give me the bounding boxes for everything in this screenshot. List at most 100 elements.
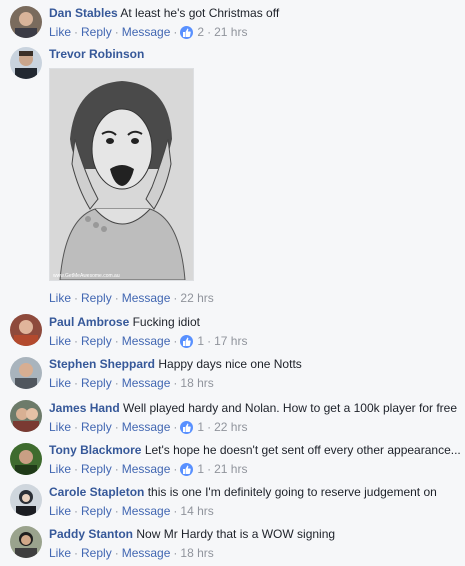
comment-body: James Hand Well played hardy and Nolan. … (49, 400, 461, 435)
separator: · (74, 376, 79, 390)
like-count[interactable]: 1 (197, 461, 204, 477)
comment-body: Dan Stables At least he's got Christmas … (49, 5, 461, 40)
comment-item: Trevor Robinson www.GetMeAwesome.com.au … (0, 46, 465, 308)
image-watermark: www.GetMeAwesome.com.au (53, 273, 120, 279)
separator: · (74, 546, 79, 560)
avatar[interactable] (10, 443, 42, 475)
separator: · (74, 291, 79, 305)
reply-button[interactable]: Reply (81, 419, 112, 435)
comment-actions: Like · Reply · Message · 14 hrs (49, 503, 461, 519)
thumbs-up-icon (180, 420, 194, 434)
comment-text: Let's hope he doesn't get sent off every… (144, 443, 461, 457)
comment-item: James Hand Well played hardy and Nolan. … (0, 400, 465, 436)
separator: · (74, 420, 79, 434)
comment-body: Paul Ambrose Fucking idiot Like · Reply · … (49, 314, 461, 349)
comment-item: Paddy Stanton Now Mr Hardy that is a WOW… (0, 526, 465, 562)
commenter-name[interactable]: Paddy Stanton (49, 527, 133, 541)
avatar[interactable] (10, 526, 42, 558)
like-button[interactable]: Like (49, 333, 71, 349)
commenter-name[interactable]: Trevor Robinson (49, 47, 144, 61)
comment-text: Fucking idiot (132, 315, 200, 329)
comment-text: this is one I'm definitely going to rese… (147, 485, 437, 499)
comment-actions: Like · Reply · Message · 1 · 17 hrs (49, 333, 461, 349)
comment-item: Stephen Sheppard Happy days nice one Not… (0, 356, 465, 392)
reply-button[interactable]: Reply (81, 503, 112, 519)
separator: · (173, 462, 178, 476)
commenter-name[interactable]: Tony Blackmore (49, 443, 141, 457)
comment-item: Dan Stables At least he's got Christmas … (0, 5, 465, 41)
like-button[interactable]: Like (49, 545, 71, 561)
timestamp[interactable]: 18 hrs (180, 545, 213, 561)
timestamp[interactable]: 17 hrs (214, 333, 247, 349)
comment-item: Tony Blackmore Let's hope he doesn't get… (0, 442, 465, 478)
like-button[interactable]: Like (49, 461, 71, 477)
comment-actions: Like · Reply · Message · 1 · 21 hrs (49, 461, 461, 477)
commenter-name[interactable]: Carole Stapleton (49, 485, 144, 499)
timestamp[interactable]: 22 hrs (180, 290, 213, 306)
like-button[interactable]: Like (49, 375, 71, 391)
reply-button[interactable]: Reply (81, 375, 112, 391)
comment-body: Trevor Robinson (49, 46, 461, 62)
message-button[interactable]: Message (122, 545, 171, 561)
like-count[interactable]: 1 (197, 333, 204, 349)
message-button[interactable]: Message (122, 375, 171, 391)
message-button[interactable]: Message (122, 503, 171, 519)
separator: · (173, 334, 178, 348)
comment-text: Well played hardy and Nolan. How to get … (123, 401, 458, 415)
separator: · (173, 25, 178, 39)
like-button[interactable]: Like (49, 290, 71, 306)
reply-button[interactable]: Reply (81, 545, 112, 561)
commenter-name[interactable]: Dan Stables (49, 6, 118, 20)
timestamp[interactable]: 22 hrs (214, 419, 247, 435)
avatar[interactable] (10, 314, 42, 346)
avatar[interactable] (10, 484, 42, 516)
message-button[interactable]: Message (122, 290, 171, 306)
comment-body: Carole Stapleton this is one I'm definit… (49, 484, 461, 519)
separator: · (173, 291, 178, 305)
separator: · (207, 334, 212, 348)
reply-button[interactable]: Reply (81, 290, 112, 306)
reply-button[interactable]: Reply (81, 461, 112, 477)
comment-item: Paul Ambrose Fucking idiot Like · Reply · … (0, 314, 465, 350)
message-button[interactable]: Message (122, 461, 171, 477)
like-button[interactable]: Like (49, 503, 71, 519)
separator: · (114, 25, 119, 39)
separator: · (74, 334, 79, 348)
comment-text: Now Mr Hardy that is a WOW signing (136, 527, 336, 541)
separator: · (74, 504, 79, 518)
reply-button[interactable]: Reply (81, 333, 112, 349)
comment-body: Paddy Stanton Now Mr Hardy that is a WOW… (49, 526, 461, 561)
message-button[interactable]: Message (122, 333, 171, 349)
commenter-name[interactable]: Paul Ambrose (49, 315, 129, 329)
commenter-name[interactable]: James Hand (49, 401, 120, 415)
separator: · (207, 25, 212, 39)
separator: · (207, 462, 212, 476)
separator: · (114, 420, 119, 434)
message-button[interactable]: Message (122, 24, 171, 40)
like-button[interactable]: Like (49, 24, 71, 40)
avatar[interactable] (10, 6, 42, 38)
separator: · (173, 504, 178, 518)
timestamp[interactable]: 18 hrs (180, 375, 213, 391)
comment-text: Happy days nice one Notts (158, 357, 302, 371)
message-button[interactable]: Message (122, 419, 171, 435)
like-count[interactable]: 2 (197, 24, 204, 40)
separator: · (74, 25, 79, 39)
like-count[interactable]: 1 (197, 419, 204, 435)
avatar[interactable] (10, 400, 42, 432)
timestamp[interactable]: 14 hrs (180, 503, 213, 519)
separator: · (114, 334, 119, 348)
comment-actions: Like · Reply · Message · 18 hrs (49, 545, 461, 561)
timestamp[interactable]: 21 hrs (214, 461, 247, 477)
avatar[interactable] (10, 357, 42, 389)
comment-photo[interactable]: www.GetMeAwesome.com.au (49, 68, 194, 281)
timestamp[interactable]: 21 hrs (214, 24, 247, 40)
separator: · (173, 546, 178, 560)
avatar[interactable] (10, 47, 42, 79)
comment-actions: Like · Reply · Message · 18 hrs (49, 375, 461, 391)
like-button[interactable]: Like (49, 419, 71, 435)
commenter-name[interactable]: Stephen Sheppard (49, 357, 155, 371)
reply-button[interactable]: Reply (81, 24, 112, 40)
comment-actions: Like · Reply · Message · 1 · 22 hrs (49, 419, 461, 435)
screaming-woman-image (50, 69, 193, 280)
